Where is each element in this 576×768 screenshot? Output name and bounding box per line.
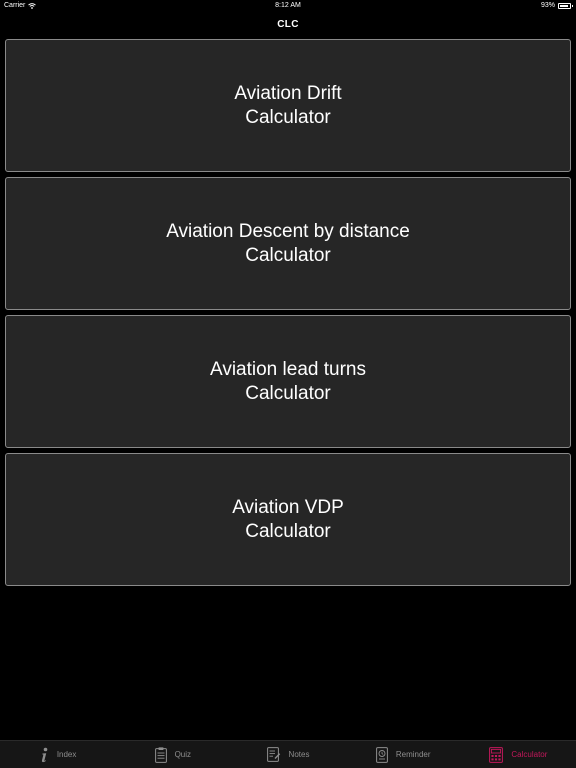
card-title: Aviation Drift (234, 82, 342, 104)
battery-percent: 93% (540, 2, 555, 9)
card-title: Aviation Descent by distance (166, 220, 410, 242)
card-subtitle: Calculator (245, 106, 331, 128)
info-icon (41, 747, 48, 762)
tab-label: Notes (288, 750, 310, 759)
card-title: Aviation VDP (232, 496, 344, 518)
card-subtitle: Calculator (245, 520, 331, 542)
calculator-card-lead-turns[interactable]: Aviation lead turns Calculator (5, 315, 571, 448)
battery-level-fill (560, 4, 569, 7)
calculator-list: Aviation Drift Calculator Aviation Desce… (5, 39, 571, 591)
calculator-card-drift[interactable]: Aviation Drift Calculator (5, 39, 571, 172)
status-bar: Carrier 8:12 AM 93% (0, 0, 576, 12)
card-title: Aviation lead turns (210, 358, 366, 380)
tab-bar: Index Quiz Notes Reminder Calculator (0, 740, 576, 768)
card-subtitle: Calculator (245, 382, 331, 404)
tab-label: Index (56, 750, 77, 759)
calculator-card-vdp[interactable]: Aviation VDP Calculator (5, 453, 571, 586)
tab-label: Reminder (395, 750, 431, 759)
calculator-icon (489, 746, 504, 763)
tab-label: Quiz (174, 750, 192, 759)
status-time: 8:12 AM (275, 2, 301, 9)
tab-notes[interactable]: Notes (230, 741, 345, 768)
reminder-icon (375, 746, 388, 763)
card-subtitle: Calculator (245, 244, 331, 266)
tab-index[interactable]: Index (0, 741, 115, 768)
status-battery-group: 93% (540, 2, 573, 9)
battery-icon (558, 2, 573, 9)
calculator-card-descent-by-distance[interactable]: Aviation Descent by distance Calculator (5, 177, 571, 310)
tab-label: Calculator (511, 750, 548, 759)
page-title: CLC (277, 18, 299, 30)
tab-calculator[interactable]: Calculator (461, 741, 576, 768)
clipboard-icon (154, 746, 167, 763)
navigation-bar: CLC (0, 12, 576, 36)
tab-quiz[interactable]: Quiz (115, 741, 230, 768)
notes-icon (266, 747, 280, 762)
tab-reminder[interactable]: Reminder (346, 741, 461, 768)
